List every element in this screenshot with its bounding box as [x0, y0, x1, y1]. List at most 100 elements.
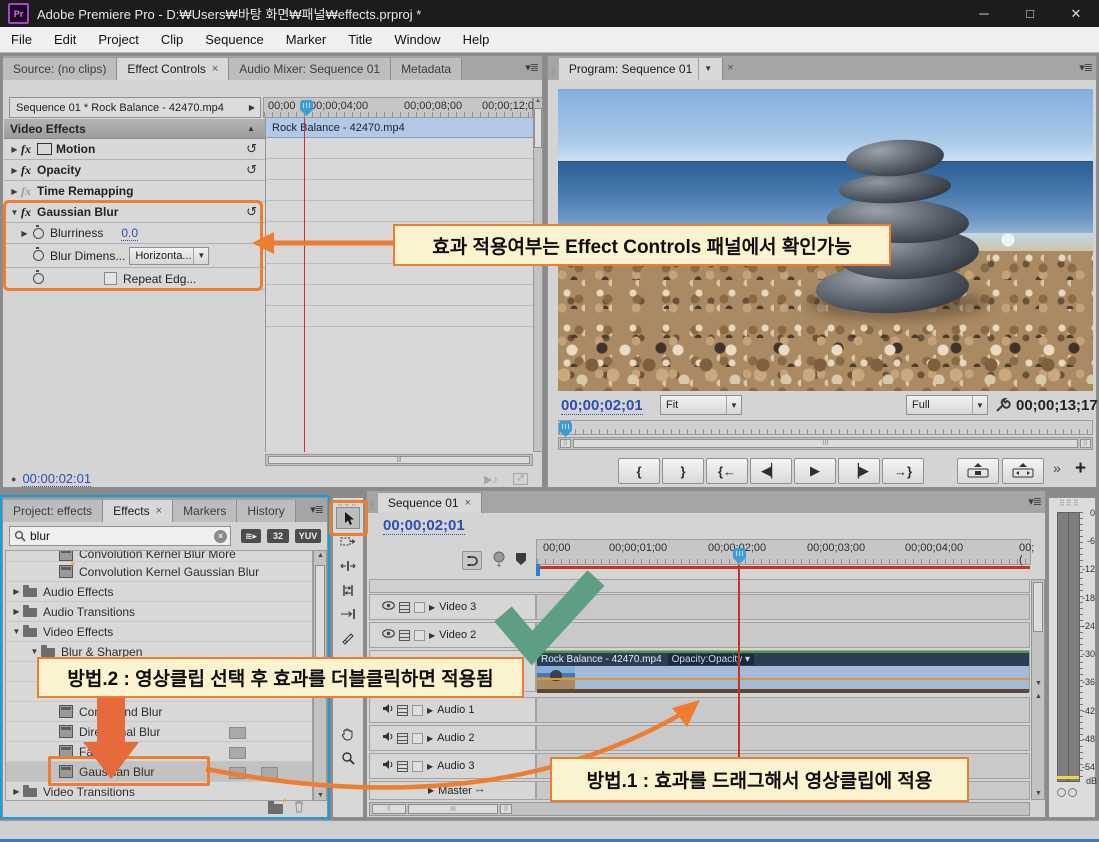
reset-effect-icon[interactable]: ↺ — [246, 141, 257, 157]
reset-effect-icon[interactable]: ↺ — [246, 162, 257, 178]
effect-row[interactable]: ▶ fx Time Remapping — [4, 181, 265, 202]
maximize-button[interactable]: □ — [1007, 0, 1053, 27]
menu-item[interactable]: Sequence — [194, 32, 275, 47]
disclosure-triangle-icon[interactable]: ▼ — [10, 627, 23, 636]
lift-button[interactable] — [957, 458, 999, 484]
menu-item[interactable]: Title — [337, 32, 383, 47]
track-lock-toggle[interactable] — [412, 760, 423, 772]
panel-tab[interactable]: Markers — [173, 499, 238, 522]
effect-tree-row[interactable]: ▶ Audio Effects — [6, 582, 312, 602]
menu-item[interactable]: Help — [452, 32, 501, 47]
effect-tree-row[interactable]: ▼ Video Effects — [6, 622, 312, 642]
panel-tab[interactable]: History — [237, 499, 296, 522]
ec-horizontal-scrollbar[interactable]: lll — [265, 454, 533, 466]
add-button-icon[interactable]: + — [1075, 458, 1086, 480]
disclosure-triangle-icon[interactable]: ▶ — [10, 607, 23, 616]
clip-effect-badge[interactable]: Opacity:Opacity ▾ — [667, 654, 755, 665]
panel-menu-icon[interactable]: ▾≣ — [1079, 61, 1093, 74]
export-frame-icon[interactable]: ↗ — [513, 473, 528, 485]
transport-button[interactable]: ◀▏ — [750, 458, 792, 484]
unnumbered-marker-icon[interactable] — [516, 553, 526, 565]
program-scrub-bar[interactable] — [558, 420, 1093, 437]
stopwatch-icon[interactable] — [33, 270, 44, 284]
transport-button[interactable]: →} — [882, 458, 924, 484]
yuv-filter-badge[interactable]: YUV — [295, 529, 321, 543]
fx-badge-icon[interactable]: fx — [21, 184, 37, 199]
disclosure-triangle-icon[interactable]: ▶ — [10, 587, 23, 596]
ec-timeline-clip-bar[interactable]: Rock Balance - 42470.mp4 — [266, 118, 534, 138]
disclosure-triangle-icon[interactable]: ▶ — [18, 229, 31, 238]
program-tab[interactable]: Program: Sequence 01 ▼ — [558, 57, 724, 80]
expand-track-icon[interactable]: ▶ — [427, 734, 433, 743]
selection-tool[interactable] — [336, 507, 360, 529]
keyframe-marker-icon[interactable]: ● — [11, 474, 16, 484]
menu-item[interactable]: Marker — [275, 32, 337, 47]
blurriness-value[interactable]: 0.0 — [121, 226, 139, 241]
speaker-icon[interactable] — [382, 703, 393, 717]
track-lock-toggle[interactable] — [414, 629, 425, 641]
transport-button[interactable]: {← — [706, 458, 748, 484]
effect-tree-row[interactable]: Fast Blur — [6, 742, 312, 762]
track-select-tool[interactable] — [336, 531, 360, 553]
disclosure-triangle-icon[interactable]: ▶ — [10, 787, 23, 796]
audio-track-content[interactable] — [536, 725, 1030, 751]
audio-track-content[interactable] — [536, 697, 1030, 723]
new-custom-bin-icon[interactable]: * — [268, 797, 287, 814]
video-track-content[interactable] — [536, 594, 1030, 620]
panel-tab[interactable]: Metadata — [391, 57, 463, 80]
set-display-style-icon[interactable] — [399, 629, 410, 641]
program-horizontal-scrollbar[interactable]: III ⠿ ⠿ — [558, 437, 1093, 450]
panel-menu-icon[interactable]: ▾≣ — [1028, 495, 1042, 508]
encore-chapter-marker-icon[interactable] — [492, 551, 506, 572]
master-track-header[interactable]: ▶ Master ⊶ — [369, 781, 536, 800]
title-bar[interactable]: Pr Adobe Premiere Pro - D:₩Users₩바탕 화면₩패… — [0, 0, 1099, 27]
accelerated-effects-filter-icon[interactable]: ≋▸ — [241, 529, 261, 543]
ec-timeline-area[interactable]: Rock Balance - 42470.mp4 — [265, 118, 534, 452]
expand-track-icon[interactable]: ▶ — [428, 786, 434, 795]
sequence-tab[interactable]: Sequence 01 × — [377, 492, 483, 513]
search-value[interactable]: blur — [30, 529, 214, 543]
audio-track-header[interactable]: ▶ Audio 3 — [369, 753, 536, 779]
audio-track-header[interactable]: ▶ Audio 1 — [369, 697, 536, 723]
rate-stretch-tool[interactable] — [336, 603, 360, 625]
repeat-edge-row[interactable]: Repeat Edg... — [4, 268, 265, 290]
panel-menu-icon[interactable]: ▾≣ — [310, 503, 324, 516]
close-button[interactable]: ✕ — [1053, 0, 1099, 27]
keyframe-nav-icon[interactable]: ⊶ — [476, 786, 484, 795]
panel-tab[interactable]: Audio Mixer: Sequence 01 — [229, 57, 392, 80]
more-buttons-icon[interactable]: » — [1053, 460, 1061, 476]
stopwatch-icon[interactable] — [33, 247, 44, 261]
reset-effect-icon[interactable]: ↺ — [246, 204, 257, 220]
speaker-icon[interactable] — [382, 731, 393, 745]
effect-tree-row[interactable]: Gaussian Blur — [6, 762, 312, 782]
transport-button[interactable]: ▶ — [794, 458, 836, 484]
menu-item[interactable]: Project — [87, 32, 149, 47]
set-display-style-icon[interactable] — [397, 760, 408, 772]
repeat-edge-checkbox[interactable] — [104, 272, 117, 285]
program-current-timecode[interactable]: 00;00;02;01 — [561, 397, 643, 415]
ec-clip-title[interactable]: Sequence 01 * Rock Balance - 42470.mp4 ▶ — [9, 97, 261, 118]
video-track-content[interactable] — [536, 622, 1030, 648]
set-display-style-icon[interactable] — [397, 732, 408, 744]
toggle-track-output-eye-icon[interactable] — [382, 601, 395, 613]
ec-current-timecode[interactable]: 00:00:02:01 — [22, 471, 92, 487]
effect-row[interactable]: ▶ fx Motion ↺ — [4, 139, 265, 160]
track-lock-toggle[interactable] — [412, 704, 423, 716]
razor-tool[interactable] — [336, 627, 360, 649]
delete-trash-icon[interactable] — [293, 800, 305, 818]
transport-button[interactable]: ▕▶ — [838, 458, 880, 484]
video-effects-header[interactable]: Video Effects ▲ — [4, 119, 265, 139]
extract-button[interactable] — [1002, 458, 1044, 484]
fx-badge-icon[interactable]: fx — [21, 163, 37, 178]
track-lock-toggle[interactable] — [412, 732, 423, 744]
timeline-current-timecode[interactable]: 00;00;02;01 — [383, 517, 465, 535]
fx-badge-icon[interactable]: fx — [21, 142, 37, 157]
show-keyframes-icon[interactable]: ▶ — [244, 103, 260, 112]
timeline-horizontal-scrollbar[interactable]: ⠿ III ⠿ — [369, 802, 1030, 816]
panel-menu-icon[interactable]: ▾≣ — [525, 61, 539, 74]
stopwatch-icon[interactable] — [33, 224, 44, 239]
quality-dropdown[interactable]: Full ▼ — [906, 395, 988, 415]
chevron-down-icon[interactable]: ▼ — [698, 58, 712, 80]
transport-button[interactable]: } — [662, 458, 704, 484]
menu-item[interactable]: Edit — [43, 32, 87, 47]
